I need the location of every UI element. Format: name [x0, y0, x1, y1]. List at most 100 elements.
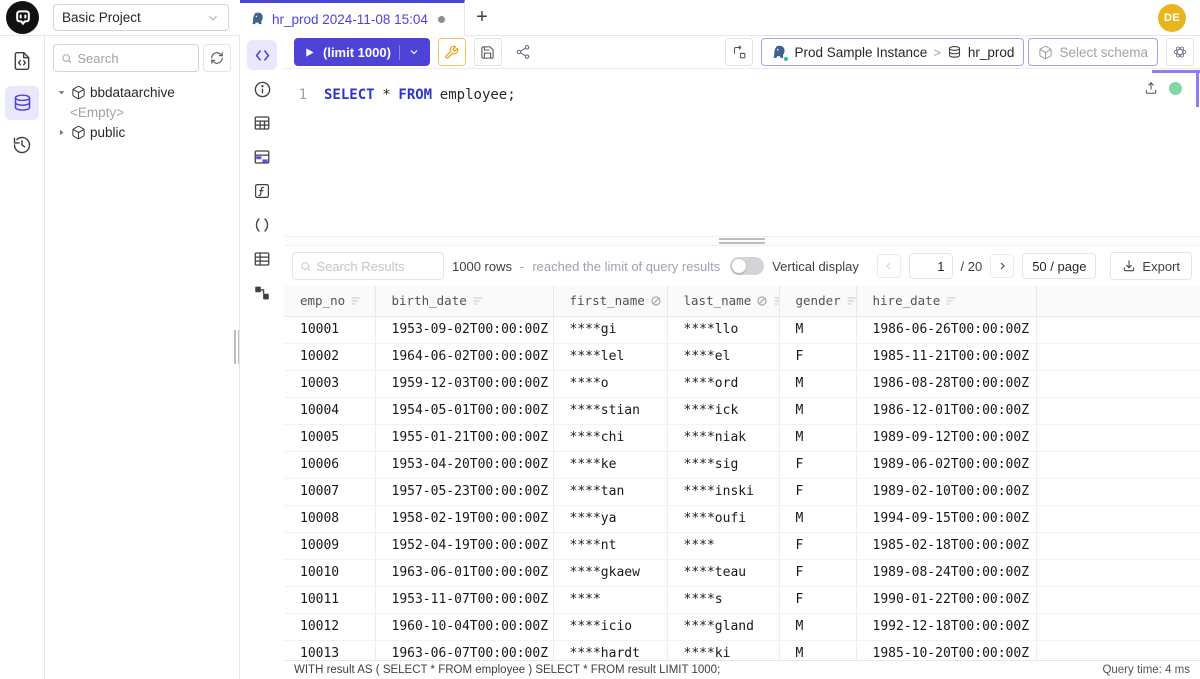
table-cell[interactable]: 1985-10-20T00:00:00Z	[856, 640, 1036, 660]
table-cell[interactable]: ****teau	[667, 559, 779, 586]
worksheet-icon[interactable]	[5, 44, 39, 78]
table-cell[interactable]: 1963-06-07T00:00:00Z	[375, 640, 553, 660]
table-cell[interactable]: 10009	[284, 532, 375, 559]
data-table-colored-icon[interactable]	[247, 142, 277, 172]
table-icon[interactable]	[247, 108, 277, 138]
table-cell[interactable]: ****ke	[553, 451, 667, 478]
table-cell[interactable]: 10007	[284, 478, 375, 505]
new-tab-button[interactable]: +	[465, 0, 499, 36]
table-cell[interactable]: 10006	[284, 451, 375, 478]
table-cell[interactable]: 1986-06-26T00:00:00Z	[856, 316, 1036, 343]
tree-item-bbdataarchive[interactable]: bbdataarchive	[45, 82, 239, 102]
table-cell[interactable]: ****llo	[667, 316, 779, 343]
editor-scrollbar-vertical[interactable]	[1196, 73, 1199, 107]
wrench-icon[interactable]	[438, 38, 466, 66]
code-editor-icon[interactable]	[247, 40, 277, 70]
page-size-selector[interactable]: 50 / page	[1022, 253, 1096, 279]
column-header-emp_no[interactable]: emp_no	[284, 286, 375, 316]
table-cell[interactable]: 10011	[284, 586, 375, 613]
tree-item-public[interactable]: public	[45, 122, 239, 142]
table-cell[interactable]: 1955-01-21T00:00:00Z	[375, 424, 553, 451]
previous-page-button[interactable]	[877, 254, 901, 278]
column-header-last_name[interactable]: last_name	[667, 286, 779, 316]
table-cell[interactable]: 1953-04-20T00:00:00Z	[375, 451, 553, 478]
table-cell[interactable]: F	[779, 343, 856, 370]
table-cell[interactable]: ****ick	[667, 397, 779, 424]
share-icon[interactable]	[510, 39, 536, 65]
table-cell[interactable]: 1986-12-01T00:00:00Z	[856, 397, 1036, 424]
table-cell[interactable]: ****niak	[667, 424, 779, 451]
parentheses-icon[interactable]	[247, 210, 277, 240]
table-cell[interactable]: ****hardt	[553, 640, 667, 660]
export-button[interactable]: Export	[1110, 252, 1192, 280]
table-cell[interactable]: 1994-09-15T00:00:00Z	[856, 505, 1036, 532]
table-cell[interactable]: 10004	[284, 397, 375, 424]
table-cell[interactable]: 10002	[284, 343, 375, 370]
table-cell[interactable]: 1985-11-21T00:00:00Z	[856, 343, 1036, 370]
table-cell[interactable]: 1957-05-23T00:00:00Z	[375, 478, 553, 505]
code-line[interactable]: 1 SELECT * FROM employee;	[284, 85, 1200, 106]
table-cell[interactable]: 1992-12-18T00:00:00Z	[856, 613, 1036, 640]
schema-selector[interactable]: Select schema	[1028, 38, 1158, 66]
instance-database-selector[interactable]: Prod Sample Instance > hr_prod	[761, 38, 1024, 66]
table-cell[interactable]: 10001	[284, 316, 375, 343]
table-cell[interactable]: F	[779, 532, 856, 559]
info-icon[interactable]	[247, 74, 277, 104]
table-cell[interactable]: M	[779, 316, 856, 343]
sidebar-search-input[interactable]	[53, 44, 199, 72]
table-cell[interactable]: ****sig	[667, 451, 779, 478]
table-cell[interactable]: 10005	[284, 424, 375, 451]
table-cell[interactable]: 1953-11-07T00:00:00Z	[375, 586, 553, 613]
next-page-button[interactable]	[990, 254, 1014, 278]
table-cell[interactable]: M	[779, 613, 856, 640]
table-cell[interactable]: ****	[553, 586, 667, 613]
refresh-icon[interactable]	[203, 44, 231, 72]
table-cell[interactable]: ****o	[553, 370, 667, 397]
table-cell[interactable]: 10012	[284, 613, 375, 640]
history-icon[interactable]	[5, 128, 39, 162]
table-cell[interactable]: M	[779, 424, 856, 451]
vertical-display-toggle[interactable]	[730, 257, 764, 275]
table-cell[interactable]: ****gkaew	[553, 559, 667, 586]
column-header-birth_date[interactable]: birth_date	[375, 286, 553, 316]
column-header-first_name[interactable]: first_name	[553, 286, 667, 316]
table-cell[interactable]: 1958-02-19T00:00:00Z	[375, 505, 553, 532]
table-cell[interactable]: ****s	[667, 586, 779, 613]
table-cell[interactable]: F	[779, 586, 856, 613]
table-cell[interactable]: ****lel	[553, 343, 667, 370]
sheet-grid-icon[interactable]	[247, 244, 277, 274]
table-cell[interactable]: ****ya	[553, 505, 667, 532]
upload-icon[interactable]	[1144, 81, 1158, 95]
run-query-button[interactable]: (limit 1000)	[294, 38, 430, 66]
tab-hr-prod[interactable]: hr_prod 2024-11-08 15:04	[240, 0, 465, 36]
column-header-gender[interactable]: gender	[779, 286, 856, 316]
table-cell[interactable]: M	[779, 397, 856, 424]
results-table-container[interactable]: emp_nobirth_datefirst_namelast_namegende…	[284, 286, 1200, 660]
table-cell[interactable]: 1959-12-03T00:00:00Z	[375, 370, 553, 397]
table-cell[interactable]: ****nt	[553, 532, 667, 559]
schema-diagram-icon[interactable]	[247, 278, 277, 308]
table-cell[interactable]: 1953-09-02T00:00:00Z	[375, 316, 553, 343]
table-cell[interactable]: ****ki	[667, 640, 779, 660]
table-cell[interactable]: ****oufi	[667, 505, 779, 532]
editor-scrollbar-horizontal[interactable]	[1152, 70, 1200, 73]
table-cell[interactable]: ****icio	[553, 613, 667, 640]
table-cell[interactable]: 1960-10-04T00:00:00Z	[375, 613, 553, 640]
table-cell[interactable]: 1990-01-22T00:00:00Z	[856, 586, 1036, 613]
table-cell[interactable]: ****el	[667, 343, 779, 370]
table-cell[interactable]: 10008	[284, 505, 375, 532]
table-cell[interactable]: M	[779, 505, 856, 532]
column-header-hire_date[interactable]: hire_date	[856, 286, 1036, 316]
table-cell[interactable]: 1989-06-02T00:00:00Z	[856, 451, 1036, 478]
table-cell[interactable]: ****gland	[667, 613, 779, 640]
table-cell[interactable]: F	[779, 559, 856, 586]
table-cell[interactable]: ****gi	[553, 316, 667, 343]
sql-editor[interactable]: 1 SELECT * FROM employee;	[284, 68, 1200, 236]
avatar[interactable]: DE	[1158, 4, 1186, 32]
table-cell[interactable]: 1964-06-02T00:00:00Z	[375, 343, 553, 370]
table-cell[interactable]: 1963-06-01T00:00:00Z	[375, 559, 553, 586]
save-icon[interactable]	[474, 38, 502, 66]
function-icon[interactable]	[247, 176, 277, 206]
results-search-field[interactable]	[316, 259, 436, 274]
table-cell[interactable]: F	[779, 451, 856, 478]
